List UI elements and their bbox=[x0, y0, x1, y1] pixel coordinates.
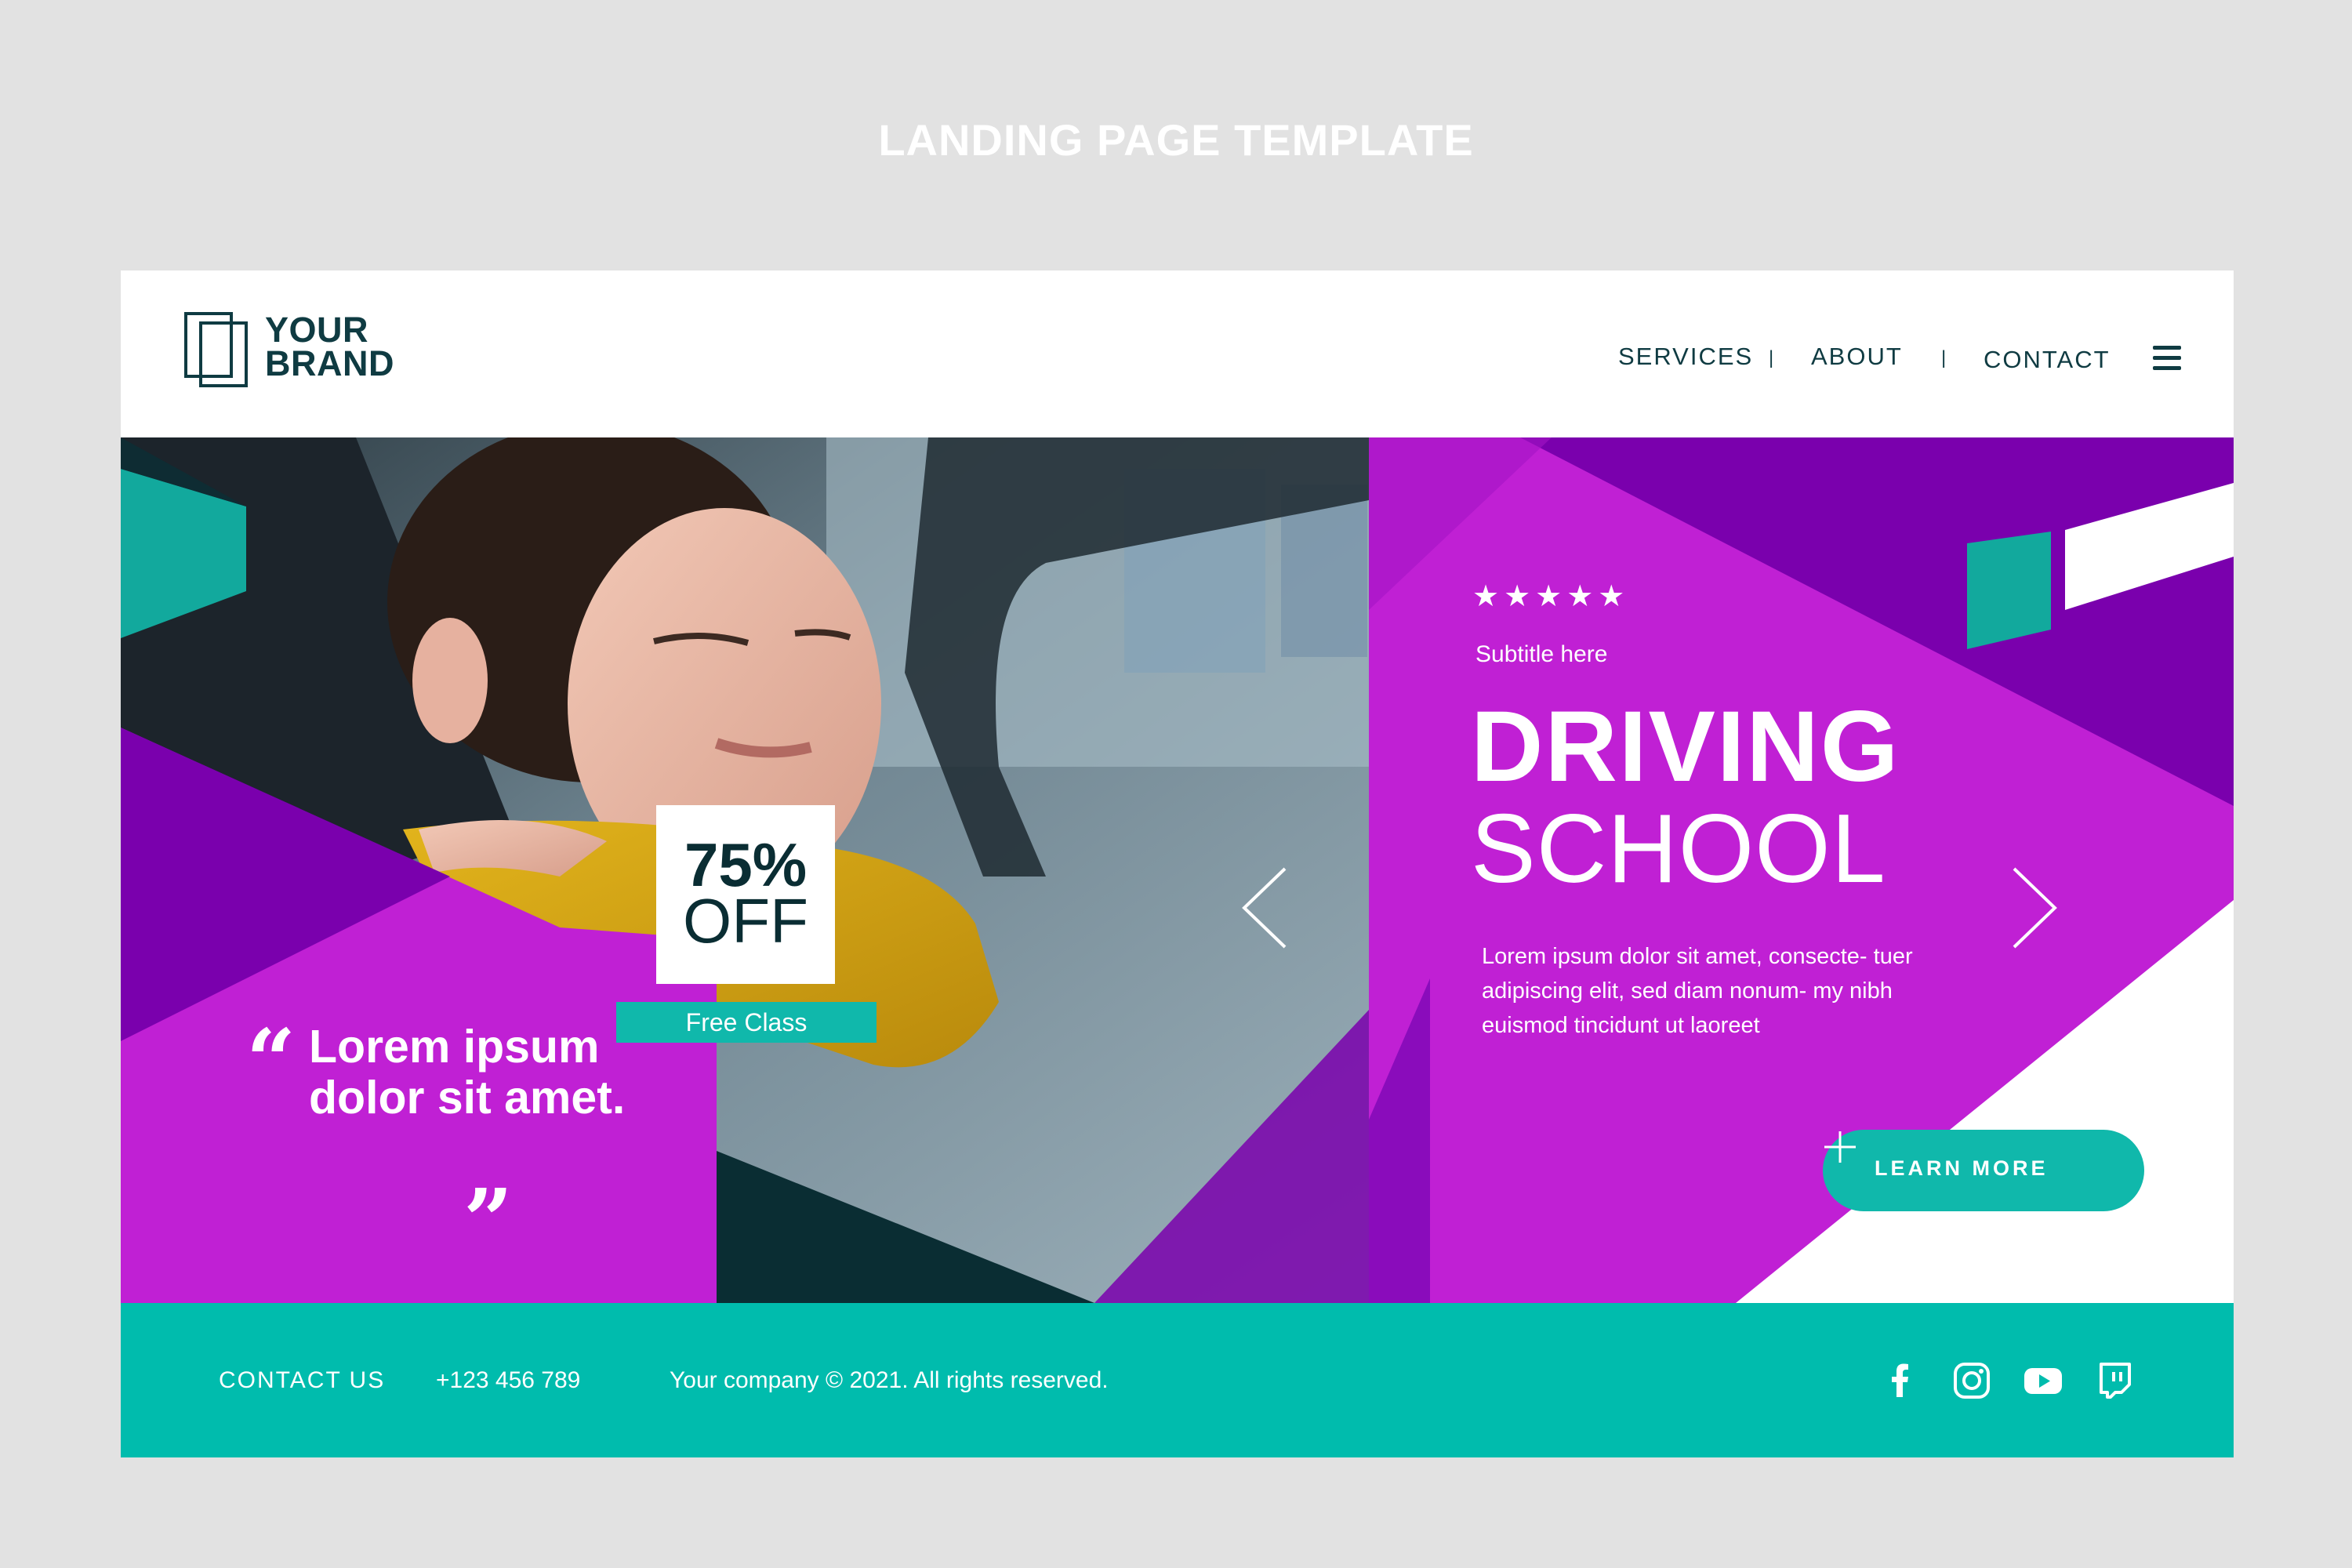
footer-contact-link[interactable]: CONTACT US bbox=[219, 1367, 385, 1394]
brand-logo[interactable]: YOUR BRAND bbox=[183, 311, 419, 390]
free-class-badge: Free Class bbox=[616, 1002, 877, 1043]
nav-about[interactable]: ABOUT bbox=[1811, 343, 1903, 371]
footer-phone[interactable]: +123 456 789 bbox=[436, 1367, 580, 1394]
chevron-right-icon[interactable] bbox=[2006, 865, 2061, 951]
instagram-icon[interactable] bbox=[1952, 1361, 1991, 1400]
brand-name-line2: BRAND bbox=[265, 343, 394, 383]
hero-quote: Lorem ipsum dolor sit amet. bbox=[309, 1021, 626, 1123]
hero-section: “ Lorem ipsum dolor sit amet. ” 75% OFF … bbox=[121, 437, 2234, 1303]
site-footer: CONTACT US +123 456 789 Your company © 2… bbox=[121, 1303, 2234, 1457]
rating-stars: ★★★★★ bbox=[1472, 580, 1630, 613]
youtube-icon[interactable] bbox=[2024, 1361, 2063, 1400]
plus-icon bbox=[1824, 1131, 1856, 1163]
brand-name-line1: YOUR bbox=[265, 310, 369, 350]
chevron-left-icon[interactable] bbox=[1238, 865, 1293, 951]
brand-name: YOUR BRAND bbox=[265, 310, 394, 383]
hero-description: Lorem ipsum dolor sit amet, consecte- tu… bbox=[1482, 944, 1913, 1038]
learn-more-label: LEARN MORE bbox=[1875, 1156, 2049, 1180]
nav-separator: | bbox=[1941, 347, 1947, 368]
hero-title-bold: DRIVING bbox=[1471, 691, 1900, 803]
nav-separator: | bbox=[1769, 347, 1774, 368]
hero-title-light: SCHOOL bbox=[1471, 795, 1886, 903]
nav-services[interactable]: SERVICES bbox=[1618, 343, 1753, 371]
nav-contact[interactable]: CONTACT bbox=[1984, 346, 2111, 374]
learn-more-button[interactable]: LEARN MORE bbox=[1823, 1130, 2144, 1211]
quote-close-icon: ” bbox=[463, 1170, 514, 1271]
logo-mark-icon bbox=[184, 312, 248, 387]
site-header: YOUR BRAND SERVICES | ABOUT | CONTACT bbox=[121, 270, 2234, 437]
footer-copyright: Your company © 2021. All rights reserved… bbox=[670, 1367, 1109, 1393]
accent-shape bbox=[1967, 532, 2051, 649]
hero-subtitle: Subtitle here bbox=[1475, 641, 1608, 667]
discount-off: OFF bbox=[683, 886, 808, 956]
quote-open-icon: “ bbox=[246, 1010, 296, 1111]
page-title: LANDING PAGE TEMPLATE bbox=[878, 115, 1474, 165]
twitch-icon[interactable] bbox=[2095, 1361, 2134, 1400]
landing-page-frame: YOUR BRAND SERVICES | ABOUT | CONTACT “ … bbox=[121, 270, 2234, 1457]
hamburger-icon[interactable] bbox=[2153, 346, 2181, 371]
facebook-icon[interactable] bbox=[1881, 1361, 1920, 1400]
discount-badge: 75% OFF bbox=[656, 805, 835, 984]
